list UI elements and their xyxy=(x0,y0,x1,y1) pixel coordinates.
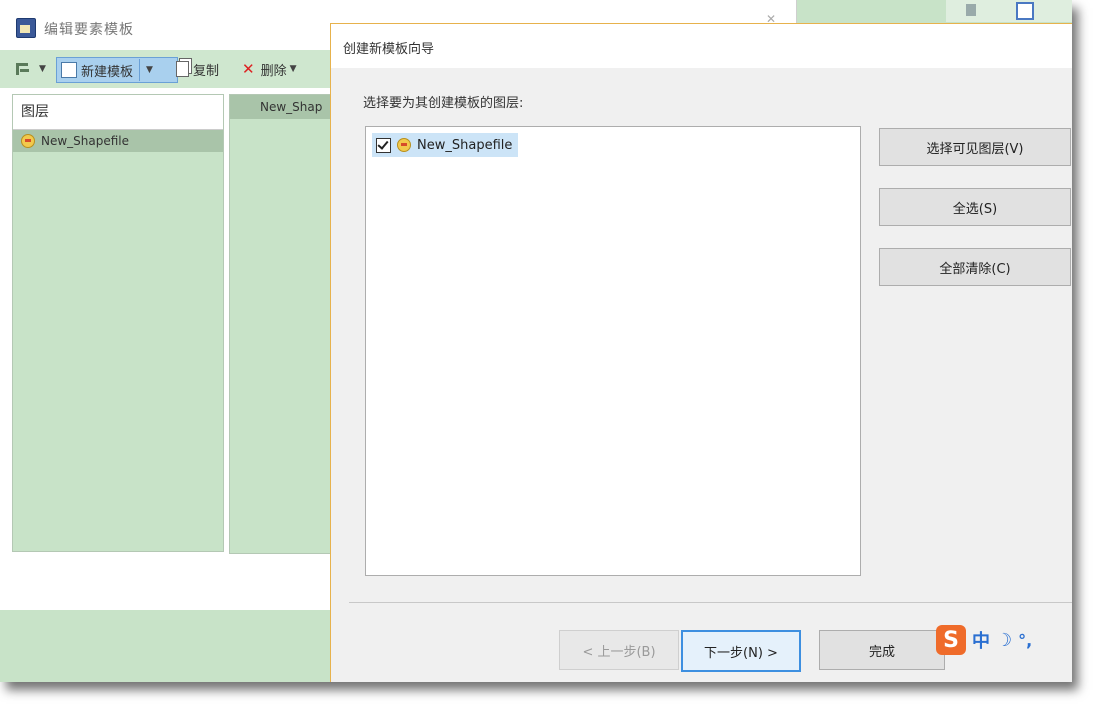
moon-icon[interactable]: ☽ xyxy=(996,630,1012,651)
shapefile-icon xyxy=(21,134,35,148)
chevron-down-icon: ▼ xyxy=(146,65,153,75)
delete-icon: ✕ xyxy=(242,60,255,78)
select-visible-layers-button[interactable]: 选择可见图层(V) xyxy=(879,128,1071,166)
new-template-label: 新建模板 xyxy=(81,64,134,80)
layer-checkbox[interactable] xyxy=(376,137,391,153)
list-item-label: New_Shapefile xyxy=(417,137,513,153)
layer-listbox[interactable]: New_Shapefile xyxy=(365,126,861,576)
select-all-button[interactable]: 全选(S) xyxy=(879,188,1071,226)
back-button[interactable]: < 上一步(B) xyxy=(559,630,679,670)
copy-label: 复制 xyxy=(193,63,220,79)
clear-all-button[interactable]: 全部清除(C) xyxy=(879,248,1071,286)
layers-header: 图层 xyxy=(13,95,223,130)
footer-divider xyxy=(349,602,1072,603)
new-template-dropdown[interactable]: ▼ xyxy=(139,59,153,81)
chevron-down-icon: ▼ xyxy=(289,64,297,74)
window-icon xyxy=(1016,2,1034,20)
wizard-titlebar: 创建新模板向导 xyxy=(331,24,1072,68)
create-template-wizard: 创建新模板向导 选择要为其创建模板的图层: New_Shapefile 选择可见… xyxy=(330,23,1072,682)
punctuation-icon[interactable]: °, xyxy=(1018,631,1032,650)
layer-item[interactable]: New_Shapefile xyxy=(13,130,223,152)
tray-icon xyxy=(966,4,976,16)
next-button[interactable]: 下一步(N) > xyxy=(681,630,801,672)
wizard-title: 创建新模板向导 xyxy=(343,42,435,57)
organize-button[interactable]: ▼ xyxy=(14,57,46,81)
wizard-prompt: 选择要为其创建模板的图层: xyxy=(363,96,524,111)
copy-icon xyxy=(176,61,189,77)
screenshot: 编辑要素模板 ✕ ▼ 新建模板 ▼ 复制 ✕ 删除 ▼ 图层 New_Shape… xyxy=(0,0,1072,682)
tree-icon xyxy=(14,60,32,78)
shapefile-icon xyxy=(397,138,411,152)
template-item[interactable]: New_Shap xyxy=(230,95,334,119)
new-template-button[interactable]: 新建模板 ▼ xyxy=(56,57,178,83)
new-template-icon xyxy=(61,62,77,78)
ime-toolbar: S 中 ☽ °, xyxy=(936,625,1032,655)
layers-panel: 图层 New_Shapefile xyxy=(12,94,224,552)
delete-label: 删除 xyxy=(260,63,287,79)
copy-button[interactable]: 复制 xyxy=(176,57,219,81)
taskbar-corner xyxy=(946,0,1072,22)
ime-mode-toggle[interactable]: 中 xyxy=(972,627,990,653)
sogou-logo-icon[interactable]: S xyxy=(936,625,966,655)
template-item-label: New_Shap xyxy=(260,100,323,114)
layer-item-label: New_Shapefile xyxy=(41,134,130,148)
list-item[interactable]: New_Shapefile xyxy=(372,133,519,157)
app-icon xyxy=(16,18,36,38)
finish-button[interactable]: 完成 xyxy=(819,630,945,670)
delete-button[interactable]: ✕ 删除 ▼ xyxy=(242,57,297,81)
chevron-down-icon: ▼ xyxy=(39,64,46,74)
templates-panel: New_Shap xyxy=(229,94,335,554)
window-title: 编辑要素模板 xyxy=(44,22,134,38)
